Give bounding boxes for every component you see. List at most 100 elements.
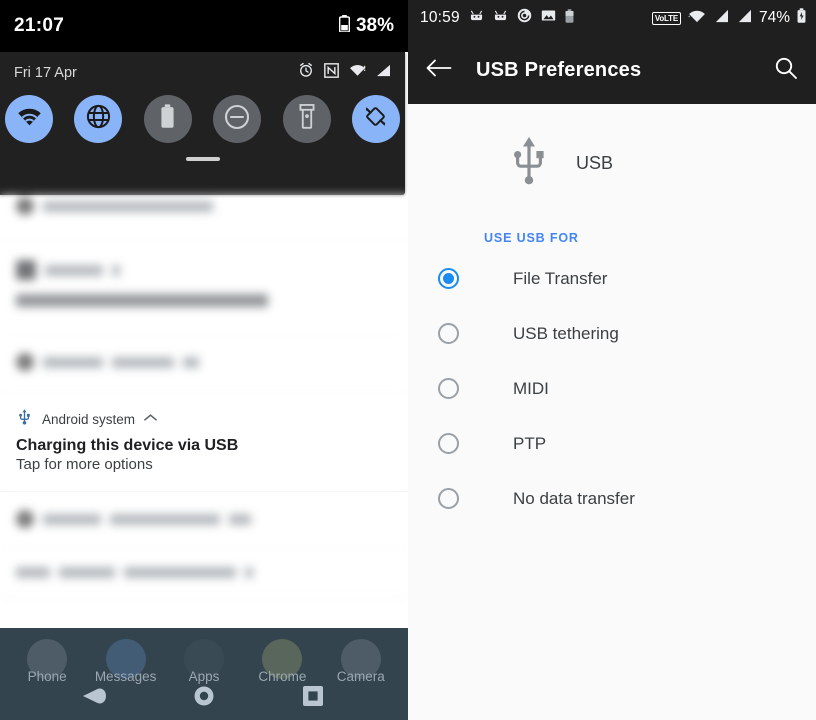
do-not-disturb-tile[interactable] [213, 95, 262, 143]
app-icon [16, 260, 36, 280]
notification-row[interactable] [0, 335, 408, 394]
nfc-icon [324, 62, 339, 83]
redacted-line [16, 294, 268, 307]
screen-record-icon [517, 8, 532, 28]
radio-option-no-data-transfer[interactable]: No data transfer [408, 471, 816, 526]
flashlight-icon [299, 104, 315, 134]
notification-header [16, 567, 392, 578]
adb-icon [493, 9, 508, 27]
battery-low-icon [338, 15, 351, 37]
timestamp-redacted [183, 356, 199, 368]
right-phone-panel: 10:59 VoLTE 74% USB Preferences USB USE … [408, 0, 816, 720]
chevron-up-icon[interactable] [144, 413, 157, 425]
status-bar-clock: 21:07 [14, 15, 65, 36]
usb-icon [16, 408, 33, 430]
status-bar-battery: 38% [338, 15, 394, 37]
page-title: USB Preferences [476, 58, 642, 81]
app-name-redacted [16, 567, 50, 578]
wifi-icon [17, 107, 42, 131]
search-icon[interactable] [774, 56, 798, 85]
dock-item-camera[interactable]: Camera [326, 639, 396, 684]
battery-saver-tile[interactable] [143, 95, 192, 143]
radio-label: MIDI [513, 378, 549, 398]
alarm-icon [298, 62, 314, 83]
app-name-redacted [43, 200, 213, 212]
app-detail-redacted [124, 567, 236, 578]
wifi-tile[interactable] [5, 95, 53, 143]
battery-percent-label: 38% [355, 15, 394, 36]
back-button[interactable] [78, 681, 112, 715]
dock-item-chrome[interactable]: Chrome [247, 639, 317, 684]
quick-settings-shade: Fri 17 Apr [0, 52, 405, 195]
radio-button[interactable] [438, 433, 459, 454]
notification-header [16, 510, 392, 528]
radio-option-file-transfer[interactable]: File Transfer [408, 251, 816, 306]
notification-header [16, 197, 392, 215]
status-bar-right: VoLTE 74% [651, 8, 806, 28]
notification-row-android-system[interactable]: Android system Charging this device via … [0, 394, 408, 492]
quick-settings-tiles [0, 83, 405, 143]
timestamp-redacted [229, 513, 251, 525]
globe-icon [86, 104, 111, 134]
notification-header [16, 353, 392, 371]
mobile-data-tile[interactable] [74, 95, 123, 143]
rotate-icon [363, 104, 388, 134]
dock-item-apps[interactable]: Apps [169, 639, 239, 684]
notification-row[interactable] [0, 242, 408, 335]
left-phone-panel: 21:07 38% Fri 17 Apr Android system Char… [0, 0, 408, 720]
notification-title: Charging this device via USB [16, 437, 239, 454]
app-name-redacted [45, 264, 103, 276]
radio-button[interactable] [438, 323, 459, 344]
dock-item-phone[interactable]: Phone [12, 639, 82, 684]
radio-option-midi[interactable]: MIDI [408, 361, 816, 416]
app-icon [16, 353, 34, 371]
timestamp-redacted [245, 567, 253, 578]
usb-hero-label: USB [576, 153, 614, 173]
notification-body: Tap for more options [16, 456, 153, 473]
radio-button[interactable] [438, 268, 459, 289]
right-status-bar: 10:59 VoLTE 74% [408, 0, 816, 36]
home-button[interactable] [187, 681, 221, 715]
dock-item-label: Chrome [258, 669, 307, 684]
date-label: Fri 17 Apr [14, 64, 77, 81]
dock-item-label: Camera [336, 669, 385, 684]
dock-item-label: Phone [27, 669, 67, 684]
notification-row[interactable] [0, 549, 408, 599]
screenshot-icon [541, 9, 556, 27]
notification-row[interactable] [0, 195, 408, 242]
volte-badge: VoLTE [651, 11, 681, 25]
flashlight-tile[interactable] [282, 95, 331, 143]
notification-row[interactable] [0, 492, 408, 549]
radio-option-ptp[interactable]: PTP [408, 416, 816, 471]
dock-item-messages[interactable]: Messages [91, 639, 161, 684]
app-detail-redacted [59, 567, 115, 578]
radio-button[interactable] [438, 378, 459, 399]
back-arrow-icon[interactable] [426, 58, 452, 83]
radio-button[interactable] [438, 488, 459, 509]
usb-hero-section: USB [408, 104, 816, 209]
app-name-redacted [43, 513, 101, 525]
signal-icon [713, 9, 729, 28]
shade-drag-handle[interactable] [185, 157, 220, 161]
wifi-icon [349, 63, 366, 82]
recents-button[interactable] [296, 681, 330, 715]
notification-header [16, 260, 392, 280]
app-bar: USB Preferences [408, 36, 816, 104]
home-screen-dock: Phone Messages Apps Chrome Camera [0, 628, 408, 720]
back-icon [80, 686, 110, 711]
dual-phone-screenshot: 21:07 38% Fri 17 Apr Android system Char… [0, 0, 816, 720]
dock-item-label: Messages [94, 669, 157, 684]
usb-mode-radio-group: File Transfer USB tethering MIDI PTP No … [408, 251, 816, 526]
usb-icon [508, 136, 550, 191]
dock-item-label: Apps [188, 669, 220, 684]
battery-saver-icon [565, 8, 574, 28]
home-icon [192, 684, 216, 713]
status-bar-left: 10:59 [420, 8, 574, 28]
wifi-icon [688, 9, 706, 28]
section-header: USE USB FOR [484, 231, 579, 245]
radio-option-usb-tethering[interactable]: USB tethering [408, 306, 816, 361]
auto-rotate-tile[interactable] [351, 95, 400, 143]
notification-header: Android system [16, 408, 392, 430]
signal-icon [376, 64, 391, 82]
recents-icon [302, 685, 324, 712]
